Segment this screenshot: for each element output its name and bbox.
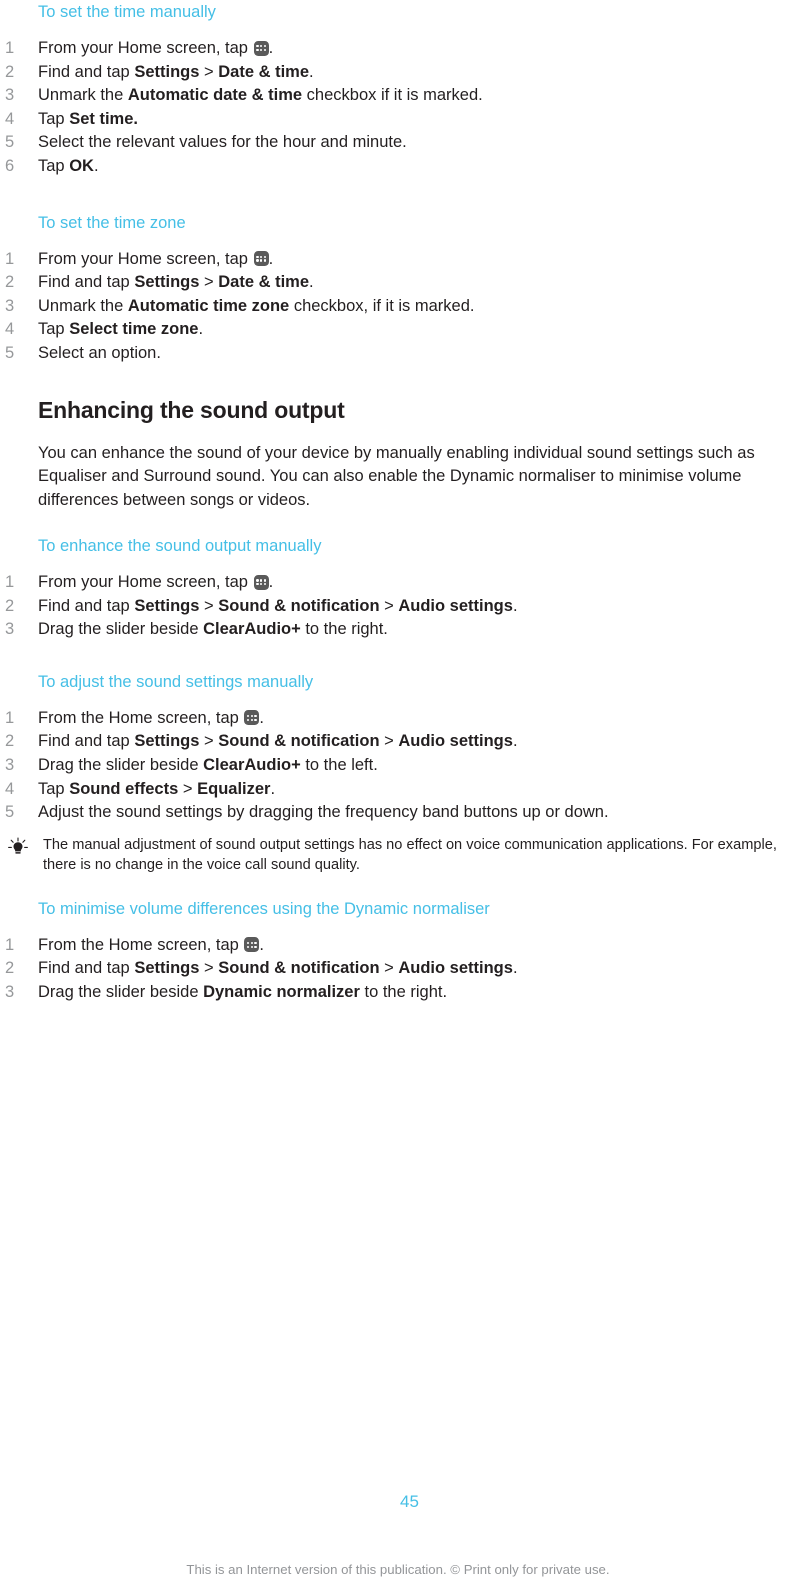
ui-label-audio-settings: Audio settings: [398, 596, 513, 615]
ui-label-sound-notification: Sound & notification: [218, 959, 380, 978]
procedure-title-minimise-volume-differences: To minimise volume differences using the…: [38, 899, 490, 918]
step-item: Tap Sound effects > Equalizer.: [5, 778, 276, 801]
step-text-tail: .: [259, 935, 265, 954]
app-drawer-icon[interactable]: [253, 40, 269, 56]
ui-label-date-time: Date & time: [218, 273, 310, 292]
ui-label-settings: Settings: [134, 959, 200, 978]
page-content: To set the time manually From your Home …: [0, 0, 796, 1005]
step-text-tail: .: [259, 708, 265, 727]
procedure-heading-wrap: To set the time zone: [5, 213, 786, 234]
app-drawer-icon[interactable]: [253, 574, 269, 590]
ui-label-clearaudio: ClearAudio+: [203, 620, 301, 639]
step-text-tail: .: [268, 249, 274, 268]
step-text-tail: .: [268, 39, 274, 57]
step-text: From your Home screen, tap: [38, 573, 253, 592]
step-item: From your Home screen, tap .: [5, 571, 786, 595]
step-item: Select the relevant values for the hour …: [5, 131, 407, 154]
lightbulb-tip-icon: [7, 837, 29, 857]
steps-enhance-sound-output: From your Home screen, tap . Find and ta…: [5, 571, 786, 642]
step-item: Find and tap Settings > Sound & notifica…: [5, 730, 518, 753]
page-number: 45: [400, 1492, 419, 1511]
ui-label-sound-notification: Sound & notification: [218, 732, 380, 751]
steps-set-time-zone: From your Home screen, tap . Find and ta…: [5, 248, 786, 366]
ui-label-date-time: Date & time: [218, 62, 310, 81]
step-text: From your Home screen, tap: [38, 249, 253, 268]
footer-copyright-note: This is an Internet version of this publ…: [186, 1562, 610, 1577]
tip-note: The manual adjustment of sound output se…: [5, 835, 786, 875]
step-item: Unmark the Automatic date & time checkbo…: [5, 84, 483, 107]
step-item: Find and tap Settings > Date & time.: [5, 61, 314, 84]
step-item: From the Home screen, tap .: [5, 934, 786, 958]
steps-set-time-manually: From your Home screen, tap . Find and ta…: [5, 37, 786, 179]
step-item: Find and tap Settings > Date & time.: [5, 271, 314, 294]
ui-label-equalizer: Equalizer: [197, 779, 271, 798]
ui-label-settings: Settings: [134, 62, 200, 81]
section-intro-text: You can enhance the sound of your device…: [38, 443, 755, 509]
step-item: Unmark the Automatic time zone checkbox,…: [5, 295, 475, 318]
procedure-title-set-time-manually: To set the time manually: [38, 3, 216, 21]
ui-label-automatic-date-time: Automatic date & time: [127, 86, 303, 105]
ui-label-sound-effects: Sound effects: [69, 779, 179, 798]
ui-label-set-time: Set time.: [69, 109, 138, 128]
step-item: Find and tap Settings > Sound & notifica…: [5, 957, 518, 980]
app-drawer-icon[interactable]: [244, 710, 260, 726]
tip-text: The manual adjustment of sound output se…: [43, 836, 777, 873]
step-item: Drag the slider beside ClearAudio+ to th…: [5, 754, 378, 777]
ui-label-settings: Settings: [134, 732, 200, 751]
step-item: Drag the slider beside Dynamic normalize…: [5, 981, 448, 1004]
step-item: From your Home screen, tap .: [5, 37, 786, 61]
manual-page: To set the time manually From your Home …: [0, 0, 796, 1590]
ui-label-sound-notification: Sound & notification: [218, 596, 380, 615]
ui-label-audio-settings: Audio settings: [398, 959, 513, 978]
ui-label-automatic-time-zone: Automatic time zone: [127, 296, 290, 315]
page-title: Enhancing the sound output: [38, 396, 345, 423]
ui-label-ok: OK: [69, 156, 94, 175]
procedure-title-adjust-sound-settings: To adjust the sound settings manually: [38, 672, 314, 691]
step-text: From the Home screen, tap: [38, 708, 244, 727]
step-text: From your Home screen, tap: [38, 39, 253, 57]
step-item: Find and tap Settings > Sound & notifica…: [5, 595, 518, 618]
ui-label-dynamic-normalizer: Dynamic normalizer: [203, 982, 360, 1001]
app-drawer-icon[interactable]: [244, 937, 260, 953]
app-drawer-icon[interactable]: [253, 251, 269, 267]
step-item: Drag the slider beside ClearAudio+ to th…: [5, 618, 388, 641]
step-text: From the Home screen, tap: [38, 935, 244, 954]
procedure-heading-wrap: To enhance the sound output manually: [5, 536, 786, 557]
step-item: Adjust the sound settings by dragging th…: [5, 801, 609, 824]
step-item: Tap Select time zone.: [5, 318, 204, 341]
procedure-heading-wrap: To adjust the sound settings manually: [5, 672, 786, 693]
steps-minimise-volume-differences: From the Home screen, tap . Find and tap…: [5, 934, 786, 1005]
step-item: Tap OK.: [5, 155, 99, 178]
ui-label-audio-settings: Audio settings: [398, 732, 513, 751]
ui-label-settings: Settings: [134, 273, 200, 292]
step-item: Select an option.: [5, 342, 161, 365]
procedure-heading-wrap: To minimise volume differences using the…: [5, 899, 786, 920]
ui-label-clearaudio: ClearAudio+: [203, 756, 301, 774]
step-item: Tap Set time.: [5, 108, 138, 131]
procedure-title-enhance-sound-output: To enhance the sound output manually: [38, 537, 322, 556]
procedure-title-set-time-zone: To set the time zone: [38, 213, 186, 232]
ui-label-select-time-zone: Select time zone: [69, 320, 199, 339]
section-heading-wrap: Enhancing the sound output: [5, 396, 786, 424]
step-text-tail: .: [268, 573, 274, 592]
steps-adjust-sound-settings: From the Home screen, tap . Find and tap…: [5, 707, 786, 825]
step-item: From your Home screen, tap .: [5, 248, 786, 272]
ui-label-settings: Settings: [134, 596, 200, 615]
section-intro-wrap: You can enhance the sound of your device…: [5, 442, 786, 513]
step-item: From the Home screen, tap .: [5, 707, 786, 731]
procedure-heading-wrap: To set the time manually: [5, 2, 786, 23]
